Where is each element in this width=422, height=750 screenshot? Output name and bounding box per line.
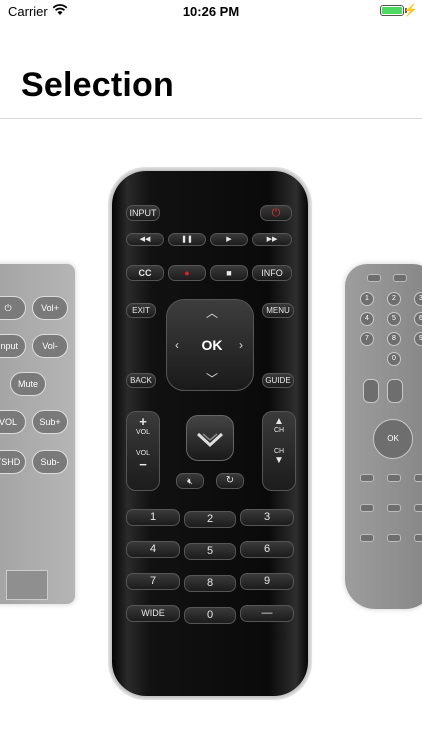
input-button: INPUT	[126, 205, 160, 221]
menu-button: MENU	[262, 303, 294, 318]
dash-button: —	[240, 605, 294, 622]
right-remote-number: 9	[414, 332, 422, 346]
right-remote-small-button	[387, 474, 401, 482]
channel-rocker: ▲ CH CH ▼	[262, 411, 296, 491]
left-remote-button: Vol-	[32, 334, 68, 358]
channel-up-icon: ▲	[274, 416, 284, 427]
channel-label-bottom: CH	[273, 448, 285, 455]
number-9-button: 9	[240, 573, 294, 590]
right-remote-small-button	[360, 504, 374, 512]
right-arrow-icon: ›	[239, 338, 243, 352]
right-remote-number: 8	[387, 332, 401, 346]
right-remote-ch-button	[363, 379, 379, 403]
volume-label-top: VOL	[135, 429, 150, 436]
right-remote-small-button	[387, 534, 401, 542]
right-remote-small-button	[360, 534, 374, 542]
right-remote-number: 6	[414, 312, 422, 326]
dpad: ︿ ﹀ ‹ › OK	[166, 299, 254, 391]
fast-forward-button: ▶▶	[252, 233, 292, 246]
volume-rocker: + VOL VOL −	[126, 411, 160, 491]
number-2-button: 2	[184, 511, 236, 528]
right-remote-small-button	[387, 504, 401, 512]
play-button: ▶	[210, 233, 248, 246]
down-arrow-icon: ﹀	[206, 372, 219, 386]
left-remote-button: VOL	[0, 410, 26, 434]
wide-button: WIDE	[126, 605, 180, 622]
left-remote-button: Sub-	[32, 450, 68, 474]
left-remote-logo-plate	[6, 570, 48, 600]
page-title: Selection	[21, 66, 174, 104]
left-arrow-icon: ‹	[175, 338, 179, 352]
exit-button: EXIT	[126, 303, 156, 318]
number-4-button: 4	[126, 541, 180, 558]
remote-option-left[interactable]: ⏻ Vol+ Input Vol- Mute VOL Sub+ TSHD Sub…	[0, 264, 75, 604]
right-remote-number: 2	[387, 292, 401, 306]
ok-button: OK	[201, 337, 223, 353]
right-remote-small-button	[414, 534, 422, 542]
right-remote-number: 4	[360, 312, 374, 326]
back-button: BACK	[126, 373, 156, 388]
right-remote-small-button	[414, 504, 422, 512]
number-3-button: 3	[240, 509, 294, 526]
charging-icon: ⚡	[403, 3, 418, 17]
stop-button: ■	[210, 265, 248, 281]
right-remote-number: 0	[387, 352, 401, 366]
vizio-logo-icon	[186, 415, 234, 461]
number-7-button: 7	[126, 573, 180, 590]
record-button: ●	[168, 265, 206, 281]
remote-option-right[interactable]: 1 2 3 4 5 6 7 8 9 0 OK	[345, 264, 422, 609]
right-remote-number: 7	[360, 332, 374, 346]
number-6-button: 6	[240, 541, 294, 558]
channel-down-icon: ▼	[274, 455, 284, 466]
number-0-button: 0	[184, 607, 236, 624]
left-remote-button: Input	[0, 334, 26, 358]
right-remote-small-button	[414, 474, 422, 482]
power-button: ⏻	[260, 205, 292, 221]
rewind-button: ◀◀	[126, 233, 164, 246]
clock: 10:26 PM	[182, 4, 240, 19]
remote-carousel[interactable]: ⏻ Vol+ Input Vol- Mute VOL Sub+ TSHD Sub…	[0, 119, 422, 750]
channel-label-top: CH	[273, 427, 285, 434]
left-remote-button: Mute	[10, 372, 46, 396]
number-8-button: 8	[184, 575, 236, 592]
number-5-button: 5	[184, 543, 236, 560]
right-remote-number: 3	[414, 292, 422, 306]
right-remote-number: 1	[360, 292, 374, 306]
info-button: INFO	[252, 265, 292, 281]
right-remote-small-button	[360, 474, 374, 482]
remote-option-vizio[interactable]: INPUT ⏻ ◀◀ ❚❚ ▶ ▶▶ CC ● ■ INFO EXIT MENU…	[112, 171, 308, 696]
battery-icon	[380, 5, 404, 16]
left-remote-button: Sub+	[32, 410, 68, 434]
pause-button: ❚❚	[168, 233, 206, 246]
volume-minus: −	[139, 457, 147, 472]
left-remote-button: Vol+	[32, 296, 68, 320]
guide-button: GUIDE	[262, 373, 294, 388]
volume-plus: +	[139, 414, 147, 429]
right-remote-top-button	[367, 274, 381, 282]
mute-button: 🔇︎	[176, 473, 204, 489]
right-remote-number: 5	[387, 312, 401, 326]
cc-button: CC	[126, 265, 164, 281]
right-remote-top-button	[393, 274, 407, 282]
up-arrow-icon: ︿	[206, 306, 219, 320]
number-1-button: 1	[126, 509, 180, 526]
right-remote-vol-button	[387, 379, 403, 403]
volume-label-bottom: VOL	[135, 450, 150, 457]
right-remote-dpad: OK	[373, 419, 413, 459]
left-remote-button: TSHD	[0, 450, 26, 474]
left-remote-power-button: ⏻	[0, 296, 26, 320]
last-channel-button: ↻	[216, 473, 244, 489]
status-bar: Carrier 10:26 PM ⚡	[0, 0, 422, 24]
